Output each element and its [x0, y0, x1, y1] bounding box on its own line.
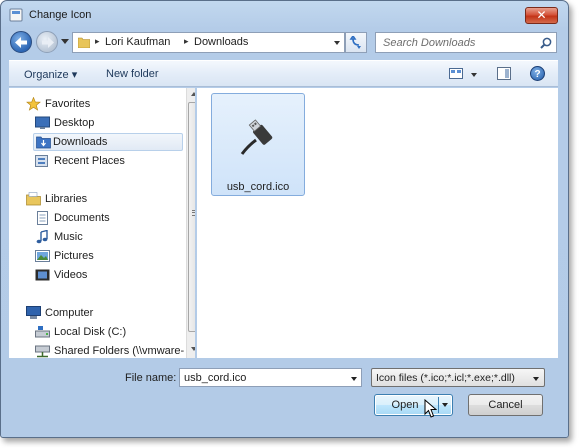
arrow-left-icon — [15, 37, 27, 48]
nav-item-pictures[interactable]: Pictures — [35, 248, 175, 266]
refresh-button[interactable] — [345, 32, 367, 53]
back-button[interactable] — [10, 31, 32, 53]
help-button[interactable]: ? — [530, 66, 545, 81]
command-bar: Organize ▾ New folder ? — [9, 60, 558, 87]
dialog-icon — [9, 8, 23, 22]
chevron-down-icon — [533, 377, 539, 381]
window-title: Change Icon — [29, 9, 92, 21]
nav-item-documents[interactable]: Documents — [35, 210, 175, 228]
file-name-label: File name: — [125, 372, 177, 384]
mouse-cursor-icon — [424, 399, 437, 418]
nav-label: Videos — [54, 269, 88, 281]
videos-icon — [35, 269, 50, 281]
nav-label: Libraries — [45, 193, 88, 205]
file-item-usb-cord[interactable]: usb_cord.ico — [211, 93, 305, 196]
breadcrumb-downloads[interactable]: Downloads — [194, 36, 248, 48]
file-type-value: Icon files (*.ico;*.icl;*.exe;*.dll) — [376, 372, 515, 384]
address-bar[interactable]: ▸ Lori Kaufman ▸ Downloads — [72, 32, 345, 53]
nav-item-libraries[interactable]: Libraries — [26, 191, 176, 209]
change-icon-dialog: Change Icon ✕ ▸ Lori Kaufman ▸ Downloads… — [0, 0, 569, 438]
file-type-select[interactable]: Icon files (*.ico;*.icl;*.exe;*.dll) — [371, 368, 545, 387]
nav-item-computer[interactable]: Computer — [26, 305, 176, 323]
network-drive-icon — [35, 345, 50, 358]
nav-label: Recent Places — [54, 155, 125, 167]
desktop-icon — [35, 116, 50, 129]
downloads-folder-icon — [36, 136, 51, 149]
scrollbar-thumb[interactable] — [188, 102, 195, 332]
nav-label: Music — [54, 231, 83, 243]
preview-pane-icon[interactable] — [497, 67, 511, 80]
recent-pages-dropdown[interactable] — [61, 39, 69, 44]
scroll-up-arrow-icon[interactable] — [191, 92, 195, 96]
arrow-right-icon — [42, 37, 54, 48]
documents-icon — [37, 211, 48, 225]
local-disk-icon — [35, 326, 50, 338]
folder-icon — [78, 37, 90, 48]
nav-label: Shared Folders (\\vmware- — [54, 345, 185, 357]
open-options-dropdown[interactable] — [442, 403, 448, 407]
breadcrumb-lori-kaufman[interactable]: Lori Kaufman — [105, 36, 170, 48]
refresh-icon — [349, 36, 361, 49]
nav-item-downloads[interactable]: Downloads — [33, 133, 183, 151]
file-name-label: usb_cord.ico — [226, 181, 290, 193]
nav-label: Favorites — [45, 98, 91, 110]
split-divider — [438, 397, 439, 413]
nav-label: Downloads — [53, 136, 108, 148]
grip-icon — [192, 210, 195, 216]
change-view-icon[interactable] — [449, 68, 463, 79]
nav-item-favorites[interactable]: Favorites — [26, 96, 176, 114]
file-name-input[interactable]: usb_cord.ico — [179, 368, 362, 387]
nav-scrollbar[interactable] — [186, 88, 195, 358]
recent-places-icon — [35, 155, 48, 167]
nav-label: Computer — [45, 307, 94, 319]
forward-button[interactable] — [36, 31, 58, 53]
nav-item-desktop[interactable]: Desktop — [35, 115, 175, 133]
libraries-icon — [26, 192, 41, 206]
organize-button[interactable]: Organize ▾ — [24, 68, 77, 81]
pictures-icon — [35, 250, 50, 262]
nav-item-music[interactable]: Music — [35, 229, 175, 247]
file-list[interactable]: usb_cord.ico — [197, 88, 558, 358]
breadcrumb-separator[interactable]: ▸ — [184, 36, 189, 47]
nav-item-recent-places[interactable]: Recent Places — [35, 153, 175, 171]
search-icon[interactable] — [540, 37, 552, 49]
usb-cord-icon — [240, 119, 273, 155]
nav-item-videos[interactable]: Videos — [35, 267, 175, 285]
nav-label: Desktop — [54, 117, 95, 129]
nav-item-shared-folders[interactable]: Shared Folders (\\vmware- — [35, 343, 185, 358]
cancel-button[interactable]: Cancel — [468, 394, 543, 416]
nav-label: Documents — [54, 212, 110, 224]
star-icon — [26, 97, 41, 111]
view-options-dropdown[interactable] — [471, 73, 477, 77]
close-button[interactable]: ✕ — [525, 7, 558, 24]
computer-icon — [26, 306, 41, 319]
title-bar: Change Icon ✕ — [1, 1, 568, 29]
new-folder-button[interactable]: New folder — [106, 68, 159, 80]
nav-item-local-disk[interactable]: Local Disk (C:) — [35, 324, 175, 342]
navigation-pane: Favorites Desktop Downloads Recent Place… — [9, 88, 195, 358]
search-input[interactable]: Search Downloads — [375, 32, 557, 53]
scroll-down-arrow-icon[interactable] — [191, 347, 195, 351]
music-icon — [36, 230, 48, 244]
search-placeholder: Search Downloads — [383, 37, 476, 49]
open-button[interactable]: Open — [374, 394, 453, 416]
chevron-down-icon[interactable] — [351, 377, 357, 381]
file-name-value: usb_cord.ico — [184, 372, 247, 384]
address-dropdown-arrow[interactable] — [334, 41, 340, 45]
nav-label: Local Disk (C:) — [54, 326, 127, 338]
nav-label: Pictures — [54, 250, 94, 262]
breadcrumb-separator[interactable]: ▸ — [95, 36, 100, 47]
